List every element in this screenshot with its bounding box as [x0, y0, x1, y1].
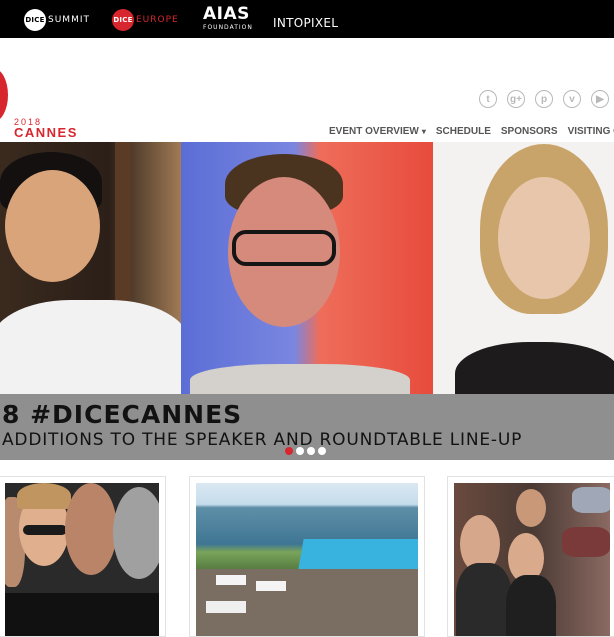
youtube-icon[interactable]: ▶ [591, 90, 609, 108]
chevron-down-icon: ▾ [421, 127, 426, 136]
twitch-icon[interactable]: t [479, 90, 497, 108]
speaker-photo-1 [0, 142, 181, 394]
site-header: 2018 CANNES t g+ p v ▶ EVENT OVERVIEW ▾ S… [0, 38, 614, 140]
pinterest-icon[interactable]: p [535, 90, 553, 108]
news-card-speakers[interactable] [0, 476, 166, 637]
aias-title: AIAS [203, 4, 250, 24]
slider-dot-3[interactable] [307, 447, 315, 455]
nav-sponsors[interactable]: SPONSORS [501, 126, 558, 137]
aias-foundation-logo[interactable]: AIAS FOUNDATION [203, 4, 253, 32]
partner-bar: DICE SUMMIT DICE EUROPE AIAS FOUNDATION … [0, 0, 614, 38]
nav-event-overview-label: EVENT OVERVIEW [329, 126, 419, 137]
logo-city: CANNES [14, 125, 78, 140]
slider-dot-2[interactable] [296, 447, 304, 455]
nav-visiting-cannes[interactable]: VISITING CAN [568, 126, 614, 137]
slider-dot-1[interactable] [285, 447, 293, 455]
dice-summit-word: SUMMIT [48, 15, 90, 25]
dice-summit-logo[interactable]: DICE SUMMIT [24, 9, 90, 31]
news-card-roundtable[interactable] [447, 476, 614, 637]
news-card-speakers-image [5, 483, 159, 636]
speaker-2-glasses [232, 230, 336, 266]
news-card-venue-image [196, 483, 418, 636]
speaker-3-face [498, 177, 590, 299]
slider-dots [285, 447, 326, 455]
hero-title[interactable]: 8 #DICECANNES [2, 400, 242, 429]
google-plus-icon[interactable]: g+ [507, 90, 525, 108]
dice-cannes-logo-mark[interactable] [0, 68, 8, 122]
vine-icon[interactable]: v [563, 90, 581, 108]
nav-event-overview[interactable]: EVENT OVERVIEW ▾ [329, 126, 426, 137]
slider-dot-4[interactable] [318, 447, 326, 455]
dice-europe-logo[interactable]: DICE EUROPE [112, 9, 179, 31]
news-card-roundtable-image [454, 483, 610, 636]
dice-europe-word: EUROPE [136, 15, 179, 25]
hero-slider[interactable]: 8 #DICECANNES ADDITIONS TO THE SPEAKER A… [0, 142, 614, 460]
news-card-venue[interactable] [189, 476, 425, 637]
hero-subtitle: ADDITIONS TO THE SPEAKER AND ROUNDTABLE … [2, 430, 523, 450]
news-cards [0, 460, 614, 637]
main-nav: EVENT OVERVIEW ▾ SCHEDULE SPONSORS VISITI… [329, 126, 614, 137]
dice-summit-badge: DICE [24, 9, 46, 31]
intopixel-logo[interactable]: INTOPIXEL [273, 12, 338, 34]
nav-schedule[interactable]: SCHEDULE [436, 126, 491, 137]
aias-subtitle: FOUNDATION [203, 24, 253, 31]
dice-europe-badge: DICE [112, 9, 134, 31]
